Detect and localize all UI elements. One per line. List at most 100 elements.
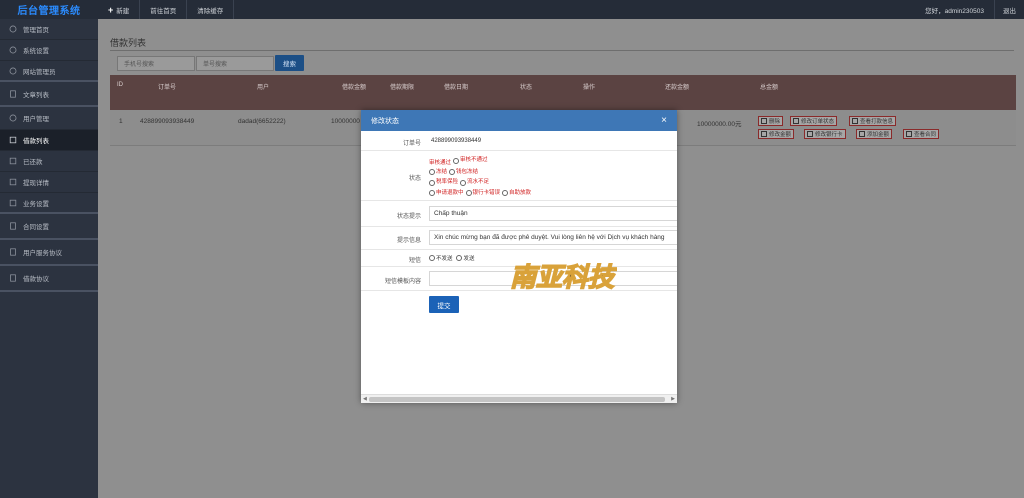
radio-circle [456, 255, 463, 261]
sidebar-item-system-settings[interactable]: 系统设置 [0, 40, 98, 61]
status-options-line: 冻结 钱包冻结 [429, 168, 579, 179]
search-phone-input[interactable]: 手机号搜索 [117, 56, 195, 71]
sidebar-item-articles[interactable]: 文章列表 [0, 82, 98, 107]
sidebar-item-loans[interactable]: 借款列表 [0, 130, 98, 151]
radio-circle [465, 190, 472, 196]
search-button[interactable]: 搜索 [275, 55, 304, 71]
sms-radio-send[interactable]: 发送 [456, 254, 474, 262]
prompt-label: 提示信息 [396, 238, 421, 244]
sidebar-item-user-agreement[interactable]: 用户服务协议 [0, 240, 98, 266]
view-payment-info-label: 查看打款信息 [860, 119, 894, 125]
status-radio-tax-insurance[interactable]: 税率保险 [429, 178, 458, 187]
radio-circle [460, 179, 467, 186]
order-value: 428899093938449 [431, 138, 482, 144]
column-header: 订单号 [158, 85, 177, 91]
sidebar-item-dashboard[interactable]: 管理首页 [0, 19, 98, 40]
edit-bank-card-button[interactable]: 修改银行卡 [804, 129, 846, 139]
status-options-line: 审核通过 审核不通过 [429, 156, 579, 168]
delete-button[interactable]: 删除 [758, 116, 784, 126]
briefcase-icon [8, 198, 17, 207]
column-header: 用户 [257, 85, 270, 91]
agreement-icon [8, 248, 17, 257]
watermark-logo: 南亚科技 [509, 262, 617, 292]
sidebar-item-business-settings[interactable]: 业务设置 [0, 193, 98, 214]
app-brand[interactable]: 后台管理系统 [0, 0, 98, 19]
clear-cache-button[interactable]: 清除缓存 [187, 0, 235, 19]
users-icon [8, 114, 17, 123]
scrollbar-thumb[interactable] [369, 397, 665, 402]
column-header: ID [117, 82, 123, 88]
status-radio-rejected[interactable]: 审核不通过 [453, 156, 488, 165]
table-header: ID 订单号 用户 借款金额 借款期限 借款日期 状态 操作 还款金额 总金额 [110, 75, 1016, 110]
user-greeting[interactable]: 您好，admin230503 [915, 5, 994, 15]
contract-icon [8, 222, 17, 231]
column-header: 还款金额 [665, 85, 690, 91]
sidebar-item-withdrawals[interactable]: 提现详情 [0, 172, 98, 193]
sidebar-item-contract-settings[interactable]: 合同设置 [0, 214, 98, 240]
sms-template-label: 短信模板内容 [384, 279, 421, 285]
watermark-text: 南亚科技 [510, 263, 617, 292]
edit-icon [807, 131, 813, 137]
status-radio-refund-pending[interactable]: 申请退款中 [429, 189, 464, 198]
prompt-row: 提示信息 Xin chúc mừng bạn đã được phê duyệt… [361, 227, 677, 250]
sidebar-item-label: 用户管理 [23, 116, 49, 123]
card-icon [852, 118, 858, 124]
radio-circle [449, 169, 456, 175]
edit-amount-button[interactable]: 修改金额 [758, 129, 795, 139]
edit-icon [793, 118, 799, 124]
add-amount-button[interactable]: 添加金额 [856, 129, 893, 139]
sidebar-item-label: 系统设置 [23, 48, 49, 55]
sidebar-item-label: 已还款 [23, 159, 43, 166]
column-header: 状态 [520, 85, 533, 91]
radio-circle [453, 157, 460, 164]
prompt-message-input[interactable]: Xin chúc mừng bạn đã được phê duyệt. Vui… [429, 230, 677, 245]
submit-button[interactable]: 提交 [429, 296, 459, 313]
sidebar-item-site-admins[interactable]: 网站管理员 [0, 61, 98, 82]
sms-radio-no-send[interactable]: 不发送 [429, 254, 453, 262]
scroll-left-icon[interactable]: ◀ [363, 396, 367, 402]
status-radio-insufficient-flow[interactable]: 流水不足 [460, 178, 489, 187]
search-order-input[interactable]: 单号搜索 [196, 56, 274, 71]
modal-title: 修改状态 [371, 117, 399, 125]
sidebar-item-repaid[interactable]: 已还款 [0, 151, 98, 172]
status-label: 状态 [408, 176, 421, 182]
gear-icon [8, 46, 17, 55]
status-hint-input[interactable]: Chấp thuận [429, 206, 677, 221]
home-icon [8, 25, 17, 34]
sms-option-label: 发送 [463, 256, 475, 262]
sidebar: 管理首页 系统设置 网站管理员 文章列表 用户管理 借款列表 已还款 提现详情 … [0, 19, 98, 498]
sidebar-item-loan-agreement[interactable]: 借款协议 [0, 266, 98, 292]
delete-icon [761, 118, 767, 124]
sidebar-item-users[interactable]: 用户管理 [0, 107, 98, 130]
logout-button[interactable]: 退出 [994, 0, 1024, 19]
view-payment-info-button[interactable]: 查看打款信息 [849, 116, 897, 126]
sms-label: 短信 [408, 258, 421, 264]
list-icon [8, 136, 17, 145]
delete-label: 删除 [769, 119, 781, 125]
edit-order-status-button[interactable]: 修改订单状态 [790, 116, 838, 126]
edit-order-status-label: 修改订单状态 [801, 119, 835, 125]
edit-icon [761, 131, 767, 137]
row-user: dadad(6652222) [238, 118, 286, 125]
new-button[interactable]: + 新建 [98, 0, 141, 19]
add-amount-label: 添加金额 [867, 132, 890, 138]
scroll-right-icon[interactable]: ▶ [671, 396, 675, 402]
status-radio-bank-card-error[interactable]: 银行卡错误 [465, 189, 501, 198]
hint-label: 状态提示 [396, 214, 421, 220]
status-radio-frozen[interactable]: 冻结 [429, 168, 447, 177]
card-icon [906, 131, 912, 137]
modal-horizontal-scrollbar[interactable]: ◀ ▶ [361, 394, 677, 403]
sidebar-item-label: 管理首页 [23, 27, 49, 34]
sidebar-item-label: 合同设置 [23, 224, 49, 231]
top-bar: 后台管理系统 + 新建 前往首页 清除缓存 您好，admin230503 退出 [0, 0, 1024, 19]
status-radio-wallet-frozen[interactable]: 钱包冻结 [449, 168, 478, 177]
close-icon[interactable]: × [661, 115, 667, 126]
status-radio-approved[interactable]: 审核通过 [429, 159, 451, 168]
edit-amount-label: 修改金额 [769, 132, 792, 138]
check-icon [8, 157, 17, 166]
row-id: 1 [119, 118, 123, 125]
status-option-label: 银行卡错误 [472, 189, 501, 196]
status-radio-self-disbursement[interactable]: 自助放款 [502, 189, 531, 198]
view-contract-button[interactable]: 查看合同 [903, 129, 940, 139]
go-home-button[interactable]: 前往首页 [140, 0, 188, 19]
